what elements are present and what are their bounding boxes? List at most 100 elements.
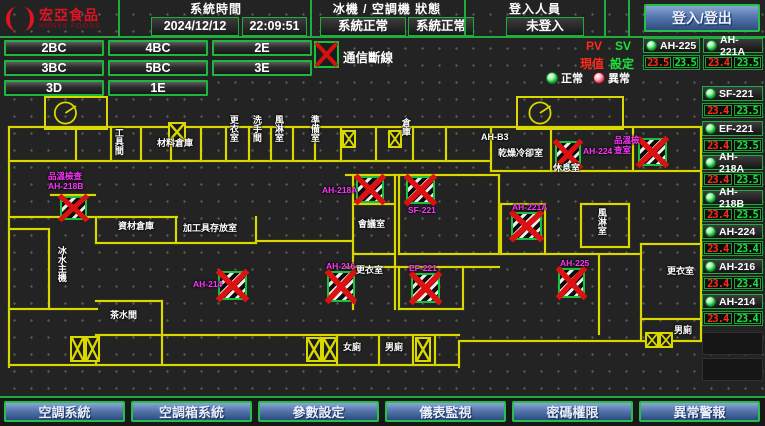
device-name-label: AH-218A <box>719 151 760 175</box>
wall <box>110 126 112 162</box>
map-device-icon-AH-221A[interactable] <box>511 212 542 240</box>
red-x-icon <box>314 41 339 68</box>
wall <box>8 160 492 162</box>
wall <box>580 246 630 248</box>
login-logout-button[interactable]: 登入/登出 <box>644 4 760 32</box>
wall <box>375 126 377 162</box>
device-tag-AH-225[interactable]: AH-225 <box>643 38 700 53</box>
wall <box>292 126 294 162</box>
wall <box>550 126 552 172</box>
comm-lost-label: 通信斷線 <box>343 47 393 66</box>
floor-button-1e[interactable]: 1E <box>108 80 208 96</box>
nav-button-5[interactable]: 密碼權限 <box>512 401 633 422</box>
room-label: 男廁 <box>674 326 692 336</box>
device-name-label: AH-224 <box>719 226 755 238</box>
device-tag-EF-221[interactable]: EF-221 <box>702 121 763 136</box>
room-label: 工具間 <box>113 128 123 155</box>
wall <box>398 266 400 310</box>
sv-value: 23.5 <box>734 57 761 68</box>
wall <box>161 300 163 364</box>
room-label: 更衣室 <box>356 266 383 276</box>
device-name-label: SF-221 <box>719 88 753 100</box>
map-device-label-AH-224: AH-224 <box>583 147 612 157</box>
room-label: 風淋室 <box>273 115 283 142</box>
spiral-stair-icon <box>44 96 108 130</box>
login-status-value: 未登入 <box>506 17 584 36</box>
floor-button-4bc[interactable]: 4BC <box>108 40 208 56</box>
map-device-icon-AH-225[interactable] <box>558 268 585 298</box>
device-tag-SF-221[interactable]: SF-221 <box>702 86 763 101</box>
wall <box>628 203 630 248</box>
pv-cn-header: 現值 <box>580 55 604 72</box>
wall <box>640 243 702 245</box>
sv-header: SV <box>615 39 631 53</box>
legend-normal: 正常 <box>546 70 583 86</box>
system-date-value: 2024/12/12 <box>151 17 239 36</box>
room-label: 更衣室 <box>667 267 694 277</box>
room-label: 倉庫 <box>400 118 410 136</box>
map-device-icon-AH-216[interactable] <box>327 271 355 302</box>
nav-button-1[interactable]: 空調系統 <box>4 401 125 422</box>
map-device-label-EF-221: EF-221 <box>409 264 437 274</box>
stair-icon <box>342 130 356 148</box>
device-tag-AH-224[interactable]: AH-224 <box>702 224 763 239</box>
spare-slot <box>702 358 763 381</box>
sv-cn-header: 設定 <box>610 55 634 72</box>
room-label: 更衣室 <box>228 115 238 142</box>
sv-value: 23.5 <box>734 174 762 185</box>
floor-button-3e[interactable]: 3E <box>212 60 312 76</box>
wall <box>225 126 227 162</box>
map-device-icon-AH-218A[interactable] <box>356 176 384 203</box>
map-device-icon-AH-218B[interactable] <box>60 196 87 220</box>
floor-button-3bc[interactable]: 3BC <box>4 60 104 76</box>
device-tag-AH-218B[interactable]: AH-218B <box>702 190 763 205</box>
spare-slot <box>702 332 763 355</box>
map-device-icon-EF-221[interactable] <box>411 273 440 303</box>
nav-button-4[interactable]: 儀表監視 <box>385 401 506 422</box>
wall <box>255 240 354 242</box>
pv-value: 23.4 <box>704 243 732 254</box>
wall <box>352 253 396 255</box>
stair-icon <box>306 337 322 362</box>
wall <box>412 334 414 366</box>
room-label: 女廁 <box>343 343 361 353</box>
room-label: 休息室 <box>553 164 580 174</box>
device-tag-AH-216[interactable]: AH-216 <box>702 259 763 274</box>
floor-button-2e[interactable]: 2E <box>212 40 312 56</box>
floor-button-5bc[interactable]: 5BC <box>108 60 208 76</box>
room-label: 資材倉庫 <box>118 222 154 232</box>
floor-button-2bc[interactable]: 2BC <box>4 40 104 56</box>
status-led-icon <box>705 157 716 168</box>
nav-button-2[interactable]: 空調箱系統 <box>131 401 252 422</box>
device-tag-AH-218A[interactable]: AH-218A <box>702 155 763 170</box>
device-name-label: AH-225 <box>660 40 696 52</box>
device-name-label: AH-216 <box>719 261 755 273</box>
map-device-label-AH-221A: AH-221A <box>512 203 547 213</box>
status-led-icon <box>646 40 657 51</box>
wall <box>490 170 702 172</box>
floor-button-3d[interactable]: 3D <box>4 80 104 96</box>
status-led-icon <box>705 226 716 237</box>
device-tag-AH-221A[interactable]: AH-221A <box>703 38 763 53</box>
stair-icon <box>659 332 673 348</box>
sv-value: 23.5 <box>734 140 762 151</box>
map-device-icon-查室[interactable] <box>638 138 667 166</box>
room-label: 準備室 <box>309 115 319 142</box>
room-label: 洗手間 <box>251 115 261 142</box>
login-user-title: 登入人員 <box>468 2 602 16</box>
status-led-icon <box>705 192 716 203</box>
map-device-icon-SF-221[interactable] <box>406 176 435 204</box>
wall <box>95 242 257 244</box>
status-led-icon <box>706 40 717 51</box>
brand-name: 宏亞食品 <box>39 8 101 23</box>
device-tag-AH-214[interactable]: AH-214 <box>702 294 763 309</box>
wall <box>500 203 502 255</box>
nav-button-3[interactable]: 參數設定 <box>258 401 379 422</box>
nav-button-6[interactable]: 異常警報 <box>639 401 760 422</box>
wall <box>8 228 50 230</box>
map-device-icon-AH-214[interactable] <box>218 271 247 300</box>
legend-normal-label: 正常 <box>561 70 583 86</box>
wall <box>8 308 98 310</box>
room-label: 材料倉庫 <box>157 139 193 149</box>
wall <box>248 126 250 162</box>
